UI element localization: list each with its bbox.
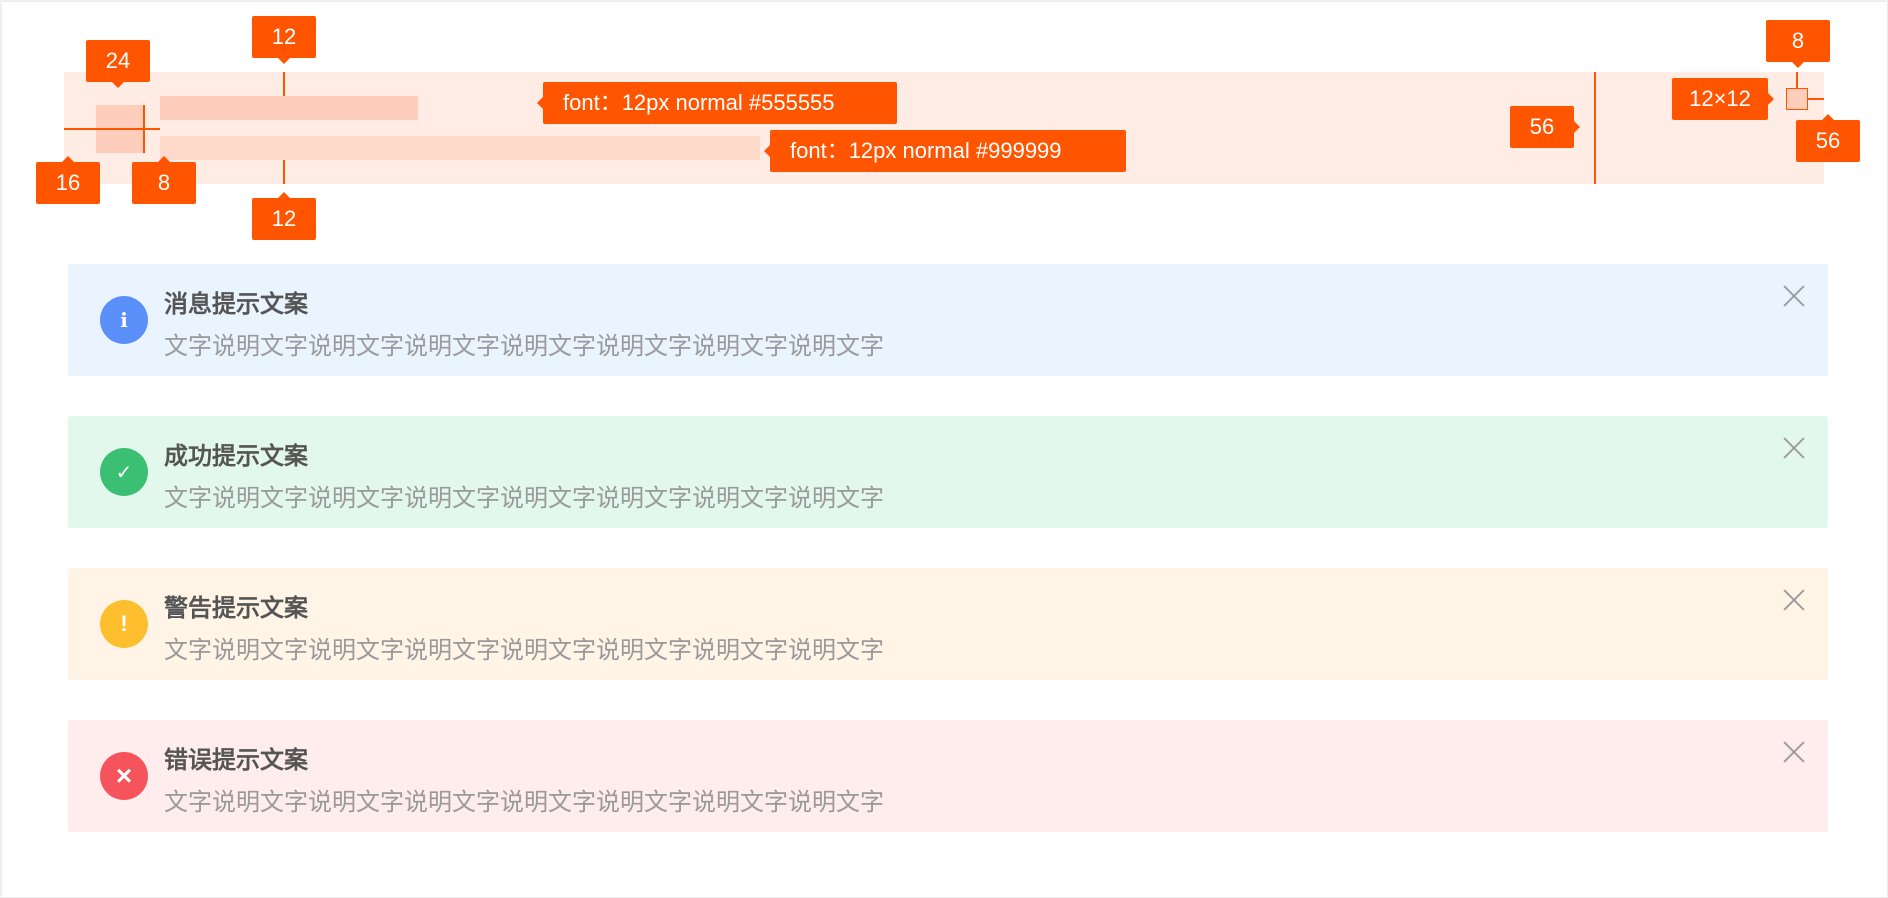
spec-bottom-padding-tag: 12 [252, 192, 316, 240]
spec-close-size-tag: 12×12 [1672, 78, 1774, 120]
spec-desc-font-tag: font：12px normal #999999 [764, 130, 1126, 172]
alert-description: 文字说明文字说明文字说明文字说明文字说明文字说明文字说明文字 [164, 637, 884, 664]
spec-icon-edge-line [143, 105, 145, 153]
alert-title: 成功提示文案 [164, 443, 308, 470]
alert-success: ✓ 成功提示文案 文字说明文字说明文字说明文字说明文字说明文字说明文字说明文字 [68, 416, 1828, 528]
check-icon: ✓ [100, 448, 148, 496]
alert-description: 文字说明文字说明文字说明文字说明文字说明文字说明文字说明文字 [164, 789, 884, 816]
spec-close-top-line [1796, 72, 1798, 88]
info-icon: i [100, 296, 148, 344]
spec-close-area-tag: 56 [1510, 106, 1580, 148]
spec-close-placeholder [1786, 88, 1808, 110]
alert-description: 文字说明文字说明文字说明文字说明文字说明文字说明文字说明文字 [164, 485, 884, 512]
spec-close-right-tag: 56 [1796, 114, 1860, 162]
alert-warning: ! 警告提示文案 文字说明文字说明文字说明文字说明文字说明文字说明文字说明文字 [68, 568, 1828, 680]
spec-title-font-tag: font：12px normal #555555 [537, 82, 897, 124]
spec-icon-gap-tag: 8 [132, 156, 196, 204]
spec-close-right-line [1808, 98, 1824, 100]
spec-close-top-tag: 8 [1766, 20, 1830, 68]
exclamation-icon: ! [100, 600, 148, 648]
spec-horizontal-guide [64, 128, 160, 130]
error-x-icon: × [100, 752, 148, 800]
alert-error: × 错误提示文案 文字说明文字说明文字说明文字说明文字说明文字说明文字说明文字 [68, 720, 1828, 832]
alert-info: i 消息提示文案 文字说明文字说明文字说明文字说明文字说明文字说明文字说明文字 [68, 264, 1828, 376]
close-icon[interactable] [1780, 434, 1808, 462]
spec-title-placeholder [160, 96, 418, 120]
spec-close-area-line [1594, 72, 1596, 184]
alert-title: 警告提示文案 [164, 595, 308, 622]
alert-title: 消息提示文案 [164, 291, 308, 318]
close-icon[interactable] [1780, 282, 1808, 310]
spec-icon-size-tag: 24 [86, 40, 150, 88]
spec-desc-placeholder [160, 136, 760, 160]
spec-bottom-padding-line [283, 160, 285, 184]
alert-title: 错误提示文案 [164, 747, 308, 774]
spec-top-padding-line [283, 72, 285, 96]
alert-description: 文字说明文字说明文字说明文字说明文字说明文字说明文字说明文字 [164, 333, 884, 360]
close-icon[interactable] [1780, 738, 1808, 766]
close-icon[interactable] [1780, 586, 1808, 614]
spec-top-padding-tag: 12 [252, 16, 316, 64]
spec-left-padding-tag: 16 [36, 156, 100, 204]
